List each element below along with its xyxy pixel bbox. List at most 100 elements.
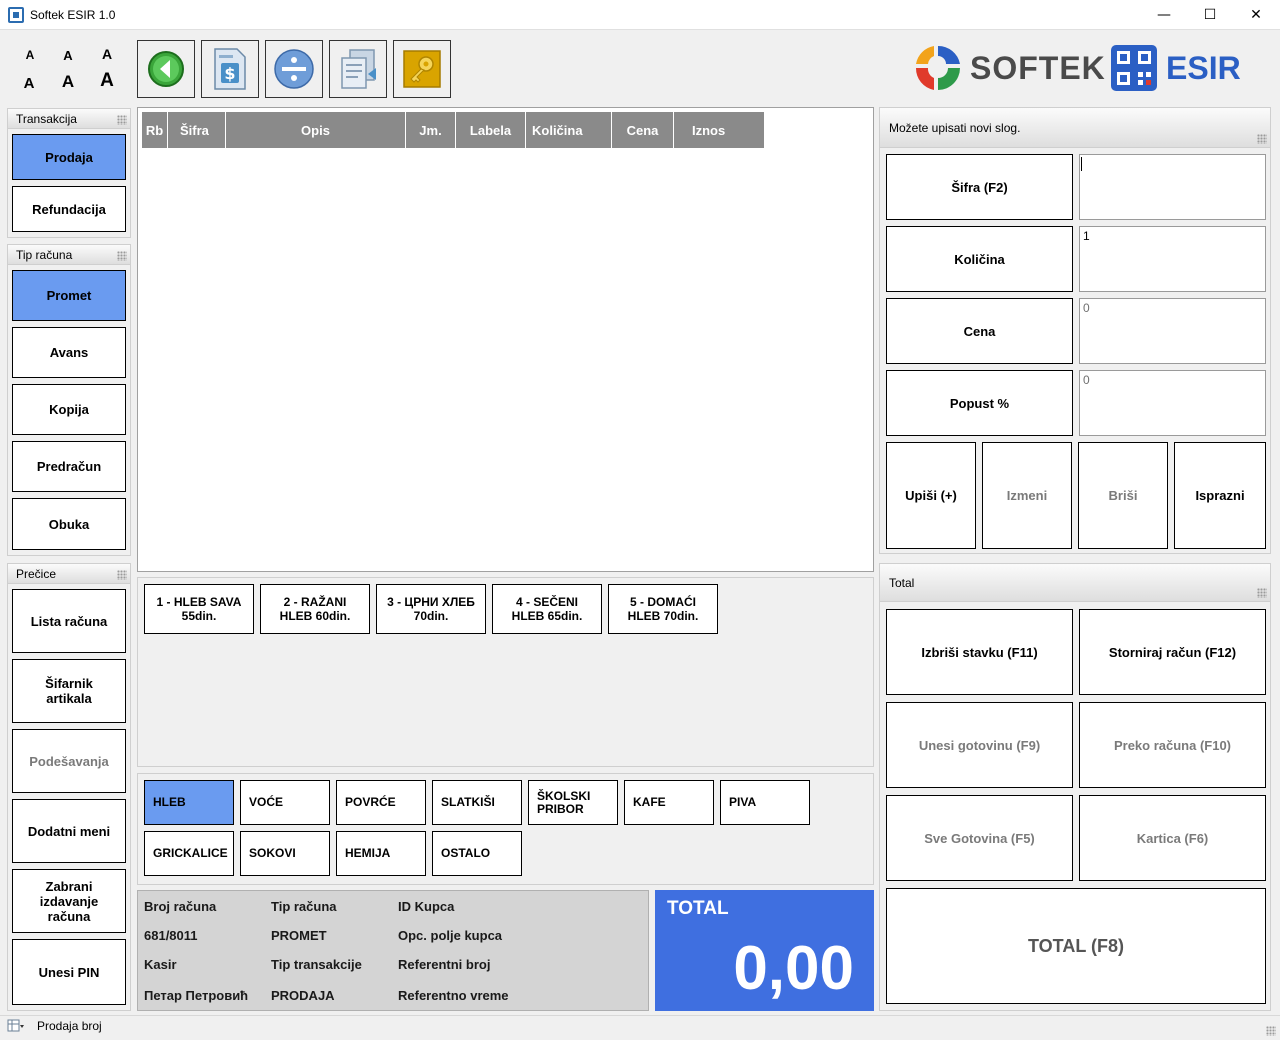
quick-item-4[interactable]: 4 - SEČENI HLEB 65din. [492,584,602,634]
quick-item-2[interactable]: 2 - RAŽANI HLEB 60din. [260,584,370,634]
font-large-button[interactable]: A [95,43,119,65]
resize-grip-icon[interactable] [1266,1026,1276,1036]
sifarnik-artikala-button[interactable]: Šifarnik artikala [12,659,126,723]
opc-polje-kupca-label: Opc. polje kupca [398,928,503,943]
popust-label-button[interactable]: Popust % [886,370,1073,436]
grip-icon [1257,588,1267,598]
avans-button[interactable]: Avans [12,327,126,378]
close-button[interactable]: ✕ [1233,0,1279,30]
prodaja-button[interactable]: Prodaja [12,134,126,180]
divide-button[interactable] [265,40,323,98]
kolicina-label-button[interactable]: Količina [886,226,1073,292]
status-dropdown-icon[interactable] [7,1019,25,1033]
podesavanja-button[interactable]: Podešavanja [12,729,126,793]
total-f8-button[interactable]: TOTAL (F8) [886,888,1266,1004]
refundacija-button[interactable]: Refundacija [12,186,126,232]
storniraj-racun-button[interactable]: Storniraj račun (F12) [1079,609,1266,695]
col-cena[interactable]: Cena [612,112,674,148]
key-button[interactable] [393,40,451,98]
kolicina-input[interactable]: 1 [1079,226,1266,292]
cena-input[interactable]: 0 [1079,298,1266,364]
total-panel-title: Total [889,576,915,590]
popust-input[interactable]: 0 [1079,370,1266,436]
tip-racuna-header: Tip računa [8,245,130,265]
font-xlarge-button[interactable]: A [17,72,41,94]
entry-header: Možete upisati novi slog. [880,108,1270,148]
quick-item-3[interactable]: 3 - ЦРНИ ХЛЕБ 70din. [376,584,486,634]
font-medium-button[interactable]: A [56,44,80,66]
minimize-button[interactable]: — [1141,0,1187,30]
category-skolski-pribor[interactable]: ŠKOLSKI PRIBOR [528,780,618,825]
col-opis[interactable]: Opis [226,112,406,148]
font-xxlarge-button[interactable]: A [56,71,80,93]
items-grid[interactable]: Rb Šifra Opis Jm. Labela Količina Cena I… [137,107,874,572]
col-rb[interactable]: Rb [142,112,168,148]
qr-logo-icon [1111,45,1157,91]
promet-button[interactable]: Promet [12,270,126,321]
broj-racuna-label: Broj računa [144,899,217,914]
invoice-button[interactable]: $ [201,40,259,98]
kasir-value: Петар Петровић [144,988,249,1003]
preko-racuna-button[interactable]: Preko računa (F10) [1079,702,1266,788]
divide-icon [274,49,314,89]
dodatni-meni-button[interactable]: Dodatni meni [12,799,126,863]
col-iznos[interactable]: Iznos [674,112,765,148]
kartica-button[interactable]: Kartica (F6) [1079,795,1266,881]
copy-document-button[interactable] [329,40,387,98]
back-button[interactable] [137,40,195,98]
font-xxxlarge-button[interactable]: A [95,70,119,92]
category-povrce[interactable]: POVRĆE [336,780,426,825]
tip-transakcije-value: PRODAJA [271,988,335,1003]
app-icon [8,7,24,23]
izmeni-button[interactable]: Izmeni [982,442,1072,549]
maximize-button[interactable]: ☐ [1187,0,1233,30]
unesi-gotovinu-button[interactable]: Unesi gotovinu (F9) [886,702,1073,788]
font-small-button[interactable]: A [18,44,42,66]
brisi-button[interactable]: Briši [1078,442,1168,549]
category-grickalice[interactable]: GRICKALICE [144,831,234,876]
status-bar [0,1015,1280,1040]
broj-racuna-value: 681/8011 [144,928,198,943]
tip-transakcije-label: Tip transakcije [271,957,362,972]
referentni-broj-label: Referentni broj [398,957,491,972]
referentno-vreme-label: Referentno vreme [398,988,509,1003]
lista-racuna-button[interactable]: Lista računa [12,589,126,653]
cena-label-button[interactable]: Cena [886,298,1073,364]
grip-icon [1257,134,1267,144]
kopija-button[interactable]: Kopija [12,384,126,435]
back-arrow-icon [148,51,184,87]
transakcija-header: Transakcija [8,109,130,129]
sifra-input[interactable] [1079,154,1266,220]
izbrisi-stavku-button[interactable]: Izbriši stavku (F11) [886,609,1073,695]
upisi-button[interactable]: Upiši (+) [886,442,976,549]
col-jm[interactable]: Jm. [406,112,456,148]
category-slatkisi[interactable]: SLATKIŠI [432,780,522,825]
status-text: Prodaja broj [37,1019,102,1033]
isprazni-button[interactable]: Isprazni [1174,442,1266,549]
col-sifra[interactable]: Šifra [168,112,226,148]
category-voce[interactable]: VOĆE [240,780,330,825]
col-labela[interactable]: Labela [456,112,526,148]
sve-gotovina-button[interactable]: Sve Gotovina (F5) [886,795,1073,881]
quick-item-1[interactable]: 1 - HLEB SAVA 55din. [144,584,254,634]
category-hemija[interactable]: HEMIJA [336,831,426,876]
category-hleb[interactable]: HLEB [144,780,234,825]
predracun-button[interactable]: Predračun [12,441,126,492]
category-piva[interactable]: PIVA [720,780,810,825]
zabrani-izdavanje-button[interactable]: Zabrani izdavanje računa [12,869,126,933]
logo-product-text: ESIR [1166,50,1241,86]
kasir-label: Kasir [144,957,177,972]
window-title: Softek ESIR 1.0 [30,8,116,22]
total-display-value: 0,00 [733,934,854,1003]
category-sokovi[interactable]: SOKOVI [240,831,330,876]
unesi-pin-button[interactable]: Unesi PIN [12,939,126,1005]
category-kafe[interactable]: KAFE [624,780,714,825]
title-bar [0,0,1280,30]
category-ostalo[interactable]: OSTALO [432,831,522,876]
quick-item-5[interactable]: 5 - DOMAĆI HLEB 70din. [608,584,718,634]
col-kolicina[interactable]: Količina [526,112,612,148]
logo-brand-text: SOFTEK [970,50,1106,86]
sifra-label-button[interactable]: Šifra (F2) [886,154,1073,220]
obuka-button[interactable]: Obuka [12,498,126,550]
tip-racuna-value: PROMET [271,928,327,943]
